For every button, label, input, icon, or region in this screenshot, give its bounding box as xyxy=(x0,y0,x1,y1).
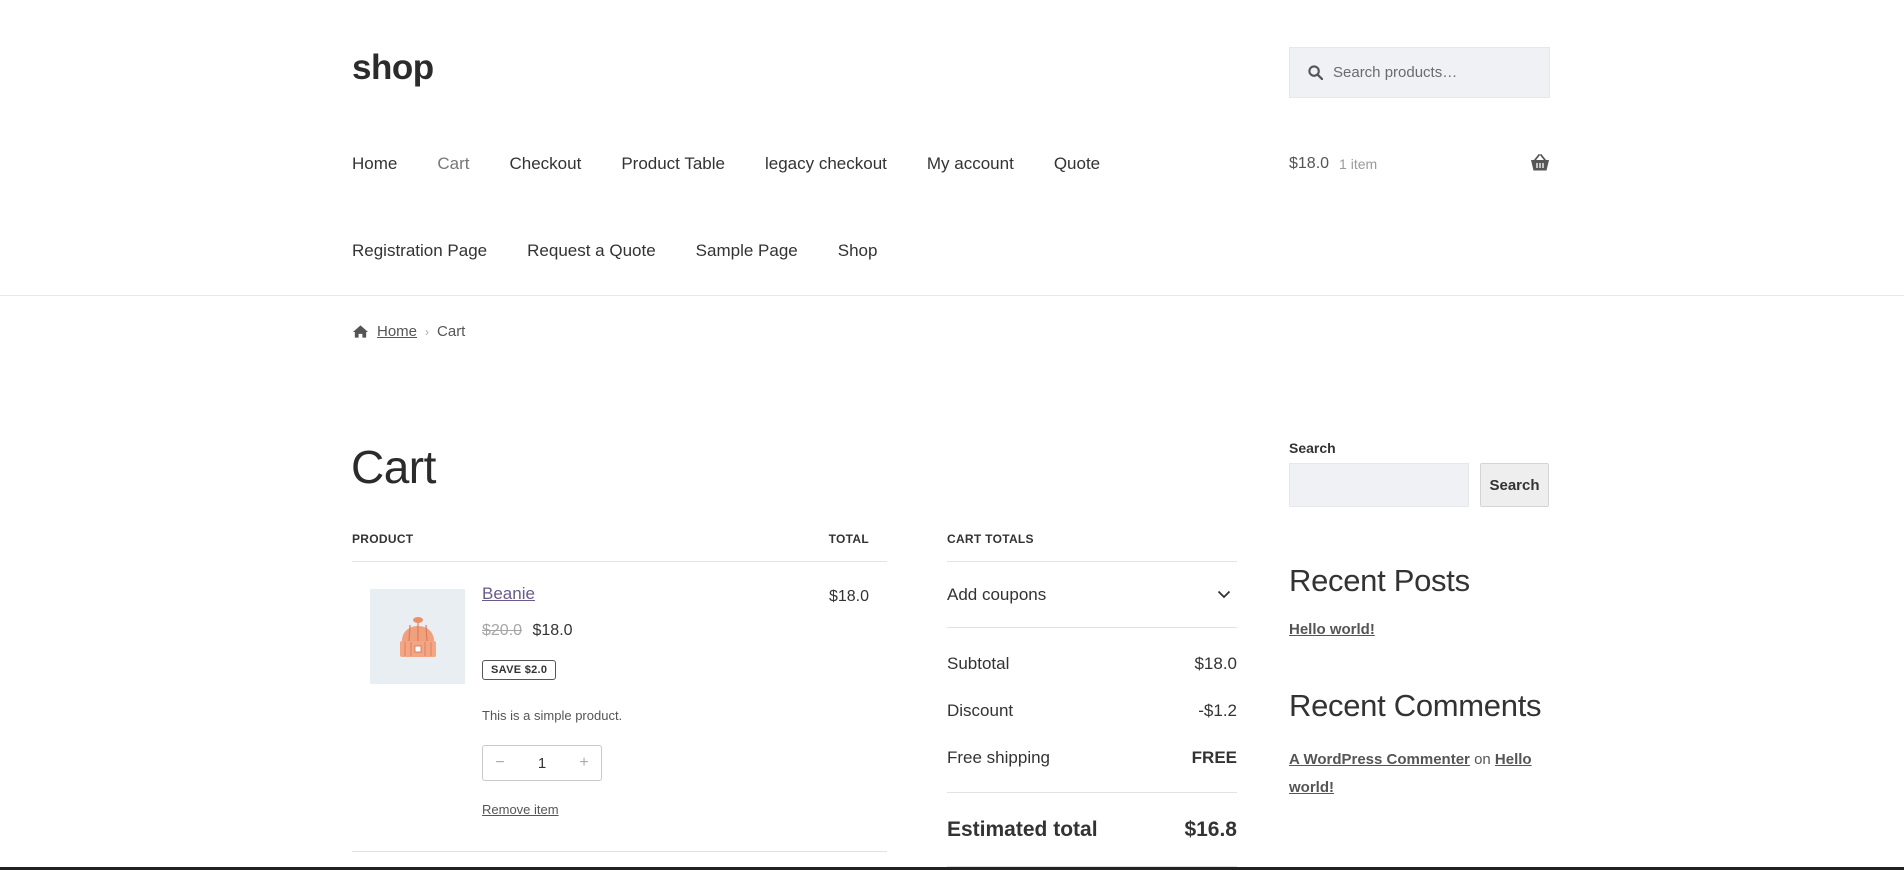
cart-table-header: PRODUCT TOTAL xyxy=(352,528,887,562)
site-title[interactable]: shop xyxy=(352,48,434,88)
recent-posts-title: Recent Posts xyxy=(1289,563,1470,598)
comment-on-text: on xyxy=(1474,751,1491,768)
quantity-input[interactable]: 1 xyxy=(517,755,567,772)
add-coupons-toggle[interactable]: Add coupons xyxy=(947,562,1237,628)
nav-shop[interactable]: Shop xyxy=(838,241,878,261)
subtotal-label: Subtotal xyxy=(947,653,1010,673)
estimated-total-label: Estimated total xyxy=(947,817,1098,841)
sidebar-search-button[interactable]: Search xyxy=(1480,463,1549,507)
chevron-down-icon xyxy=(1217,590,1231,599)
cart-items-table: PRODUCT TOTAL Beanie $20.0 $18.0 SAVE $2… xyxy=(352,528,887,852)
nav-my-account[interactable]: My account xyxy=(927,154,1014,174)
beanie-image xyxy=(399,616,436,657)
breadcrumb: Home › Cart xyxy=(352,323,465,340)
mini-cart-amount: $18.0 xyxy=(1289,155,1330,172)
quantity-increase-button[interactable]: + xyxy=(567,754,601,772)
primary-navigation: Home Cart Checkout Product Table legacy … xyxy=(352,150,1272,265)
sidebar: Search Search Recent Posts Hello world! … xyxy=(1289,440,1550,802)
quantity-stepper: − 1 + xyxy=(482,745,602,781)
header-mini-cart[interactable]: $18.0 1 item xyxy=(1289,150,1550,178)
line-total: $18.0 xyxy=(828,588,869,605)
column-product: PRODUCT xyxy=(352,532,414,546)
breadcrumb-current: Cart xyxy=(437,323,466,340)
add-coupons-label: Add coupons xyxy=(947,584,1047,604)
site-header: shop Home Cart Checkout Product Table le… xyxy=(0,0,1904,296)
recent-comment: A WordPress Commenter on Hello world! xyxy=(1289,746,1550,802)
nav-request-a-quote[interactable]: Request a Quote xyxy=(527,241,656,261)
shipping-label: Free shipping xyxy=(947,747,1051,767)
nav-sample-page[interactable]: Sample Page xyxy=(696,241,798,261)
nav-row-2: Registration Page Request a Quote Sample… xyxy=(352,237,1272,265)
basket-icon xyxy=(1531,154,1549,171)
search-icon xyxy=(1308,65,1323,80)
nav-quote[interactable]: Quote xyxy=(1054,154,1100,174)
search-widget: Search xyxy=(1289,463,1550,507)
cart-item-row: Beanie $20.0 $18.0 SAVE $2.0 This is a s… xyxy=(352,562,887,852)
regular-price: $20.0 xyxy=(482,622,523,639)
nav-row-1: Home Cart Checkout Product Table legacy … xyxy=(352,150,1272,178)
product-search[interactable] xyxy=(1289,47,1550,98)
cart-totals-heading: CART TOTALS xyxy=(947,528,1237,562)
breadcrumb-separator: › xyxy=(425,324,430,339)
nav-cart[interactable]: Cart xyxy=(437,154,469,174)
search-widget-label: Search xyxy=(1289,440,1336,456)
shipping-row: Free shipping FREE xyxy=(947,734,1237,781)
search-input[interactable] xyxy=(1333,64,1533,81)
subtotal-row: Subtotal $18.0 xyxy=(947,640,1237,687)
product-prices: $20.0 $18.0 xyxy=(482,622,573,640)
page-title: Cart xyxy=(351,441,436,493)
estimated-total-value: $16.8 xyxy=(1184,817,1237,841)
save-badge: SAVE $2.0 xyxy=(482,660,557,680)
estimated-total-row: Estimated total $16.8 xyxy=(947,792,1237,867)
discount-value: -$1.2 xyxy=(1198,700,1237,720)
column-total: TOTAL xyxy=(828,532,869,546)
shipping-value: FREE xyxy=(1191,747,1237,767)
product-description: This is a simple product. xyxy=(482,708,623,723)
recent-comments-title: Recent Comments xyxy=(1289,688,1542,723)
breadcrumb-home-link[interactable]: Home xyxy=(377,323,417,340)
cart-totals: CART TOTALS Add coupons Subtotal $18.0 D… xyxy=(947,528,1237,867)
recent-post-link[interactable]: Hello world! xyxy=(1289,621,1550,638)
comment-author-link[interactable]: A WordPress Commenter xyxy=(1289,751,1470,768)
quantity-decrease-button[interactable]: − xyxy=(483,754,517,772)
sale-price: $18.0 xyxy=(532,622,573,639)
nav-home[interactable]: Home xyxy=(352,154,397,174)
remove-item-link[interactable]: Remove item xyxy=(482,802,559,817)
sidebar-search-input[interactable] xyxy=(1289,463,1469,507)
nav-product-table[interactable]: Product Table xyxy=(621,154,725,174)
discount-label: Discount xyxy=(947,700,1014,720)
nav-registration-page[interactable]: Registration Page xyxy=(352,241,487,261)
discount-row: Discount -$1.2 xyxy=(947,687,1237,734)
mini-cart-count: 1 item xyxy=(1339,156,1378,172)
product-name-link[interactable]: Beanie xyxy=(482,584,535,604)
product-thumbnail[interactable] xyxy=(370,589,465,684)
nav-legacy-checkout[interactable]: legacy checkout xyxy=(765,154,887,174)
subtotal-value: $18.0 xyxy=(1194,653,1237,673)
home-icon xyxy=(352,325,369,338)
nav-checkout[interactable]: Checkout xyxy=(509,154,581,174)
